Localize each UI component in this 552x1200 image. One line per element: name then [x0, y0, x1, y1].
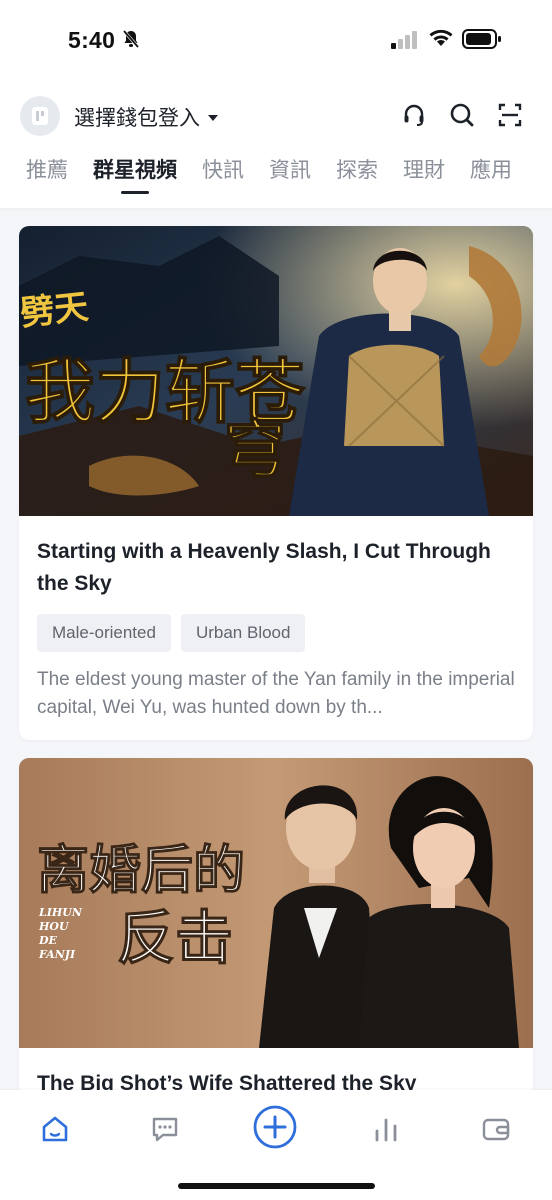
app-header [0, 78, 552, 208]
svg-text:离婚后的: 离婚后的 [37, 840, 245, 901]
tab-star-videos[interactable]: 群星視頻 [93, 154, 177, 184]
chat-icon[interactable] [148, 1112, 182, 1146]
tag-list: Male-oriented Urban Blood [37, 614, 515, 652]
svg-text:穹: 穹 [224, 413, 286, 486]
poster-image[interactable]: 离婚后的 反击 LIHUN HOU DE FANJI [19, 758, 533, 1048]
status-bar: 5:40 [0, 0, 552, 78]
tab-finance[interactable]: 理財 [403, 154, 445, 184]
home-icon[interactable] [38, 1112, 72, 1146]
svg-text:反击: 反击 [117, 904, 233, 972]
category-tabs: 推薦 群星視頻 快訊 資訊 探索 理財 應用 [26, 154, 512, 184]
tab-explore[interactable]: 探索 [336, 154, 378, 184]
cellular-signal-icon [391, 31, 419, 54]
status-time: 5:40 [68, 27, 116, 53]
wifi-icon [428, 28, 454, 53]
scan-icon[interactable] [496, 101, 524, 129]
tab-recommended[interactable]: 推薦 [26, 154, 68, 184]
svg-text:FANJI: FANJI [38, 948, 76, 961]
bell-slash-icon [122, 29, 140, 54]
video-title[interactable]: Starting with a Heavenly Slash, I Cut Th… [37, 536, 515, 600]
poster-image[interactable]: 劈天 我力斩苍 穹 [19, 226, 533, 516]
svg-text:劈天: 劈天 [19, 287, 90, 334]
markets-icon[interactable] [369, 1112, 403, 1146]
wallet-icon[interactable] [479, 1112, 513, 1146]
caret-down-icon [208, 115, 218, 121]
battery-icon [462, 29, 502, 54]
tab-flash-news[interactable]: 快訊 [202, 154, 244, 184]
video-card[interactable]: 劈天 我力斩苍 穹 Starting with a Heavenly Slash… [19, 226, 533, 740]
wallet-login-button[interactable]: 選擇錢包登入 [74, 102, 218, 132]
svg-text:LIHUN: LIHUN [38, 906, 83, 919]
tag[interactable]: Male-oriented [37, 614, 171, 652]
wallet-login-label: 選擇錢包登入 [74, 107, 200, 130]
svg-text:HOU: HOU [38, 920, 70, 933]
tag[interactable]: Urban Blood [180, 614, 306, 652]
home-indicator [178, 1183, 375, 1189]
avatar[interactable] [20, 96, 60, 136]
video-description: The eldest young master of the Yan famil… [37, 669, 515, 718]
tab-news[interactable]: 資訊 [269, 154, 311, 184]
add-icon[interactable] [252, 1104, 298, 1150]
headset-icon[interactable] [400, 101, 428, 129]
tab-apps[interactable]: 應用 [470, 154, 512, 184]
search-icon[interactable] [448, 101, 476, 129]
svg-text:DE: DE [38, 934, 58, 947]
